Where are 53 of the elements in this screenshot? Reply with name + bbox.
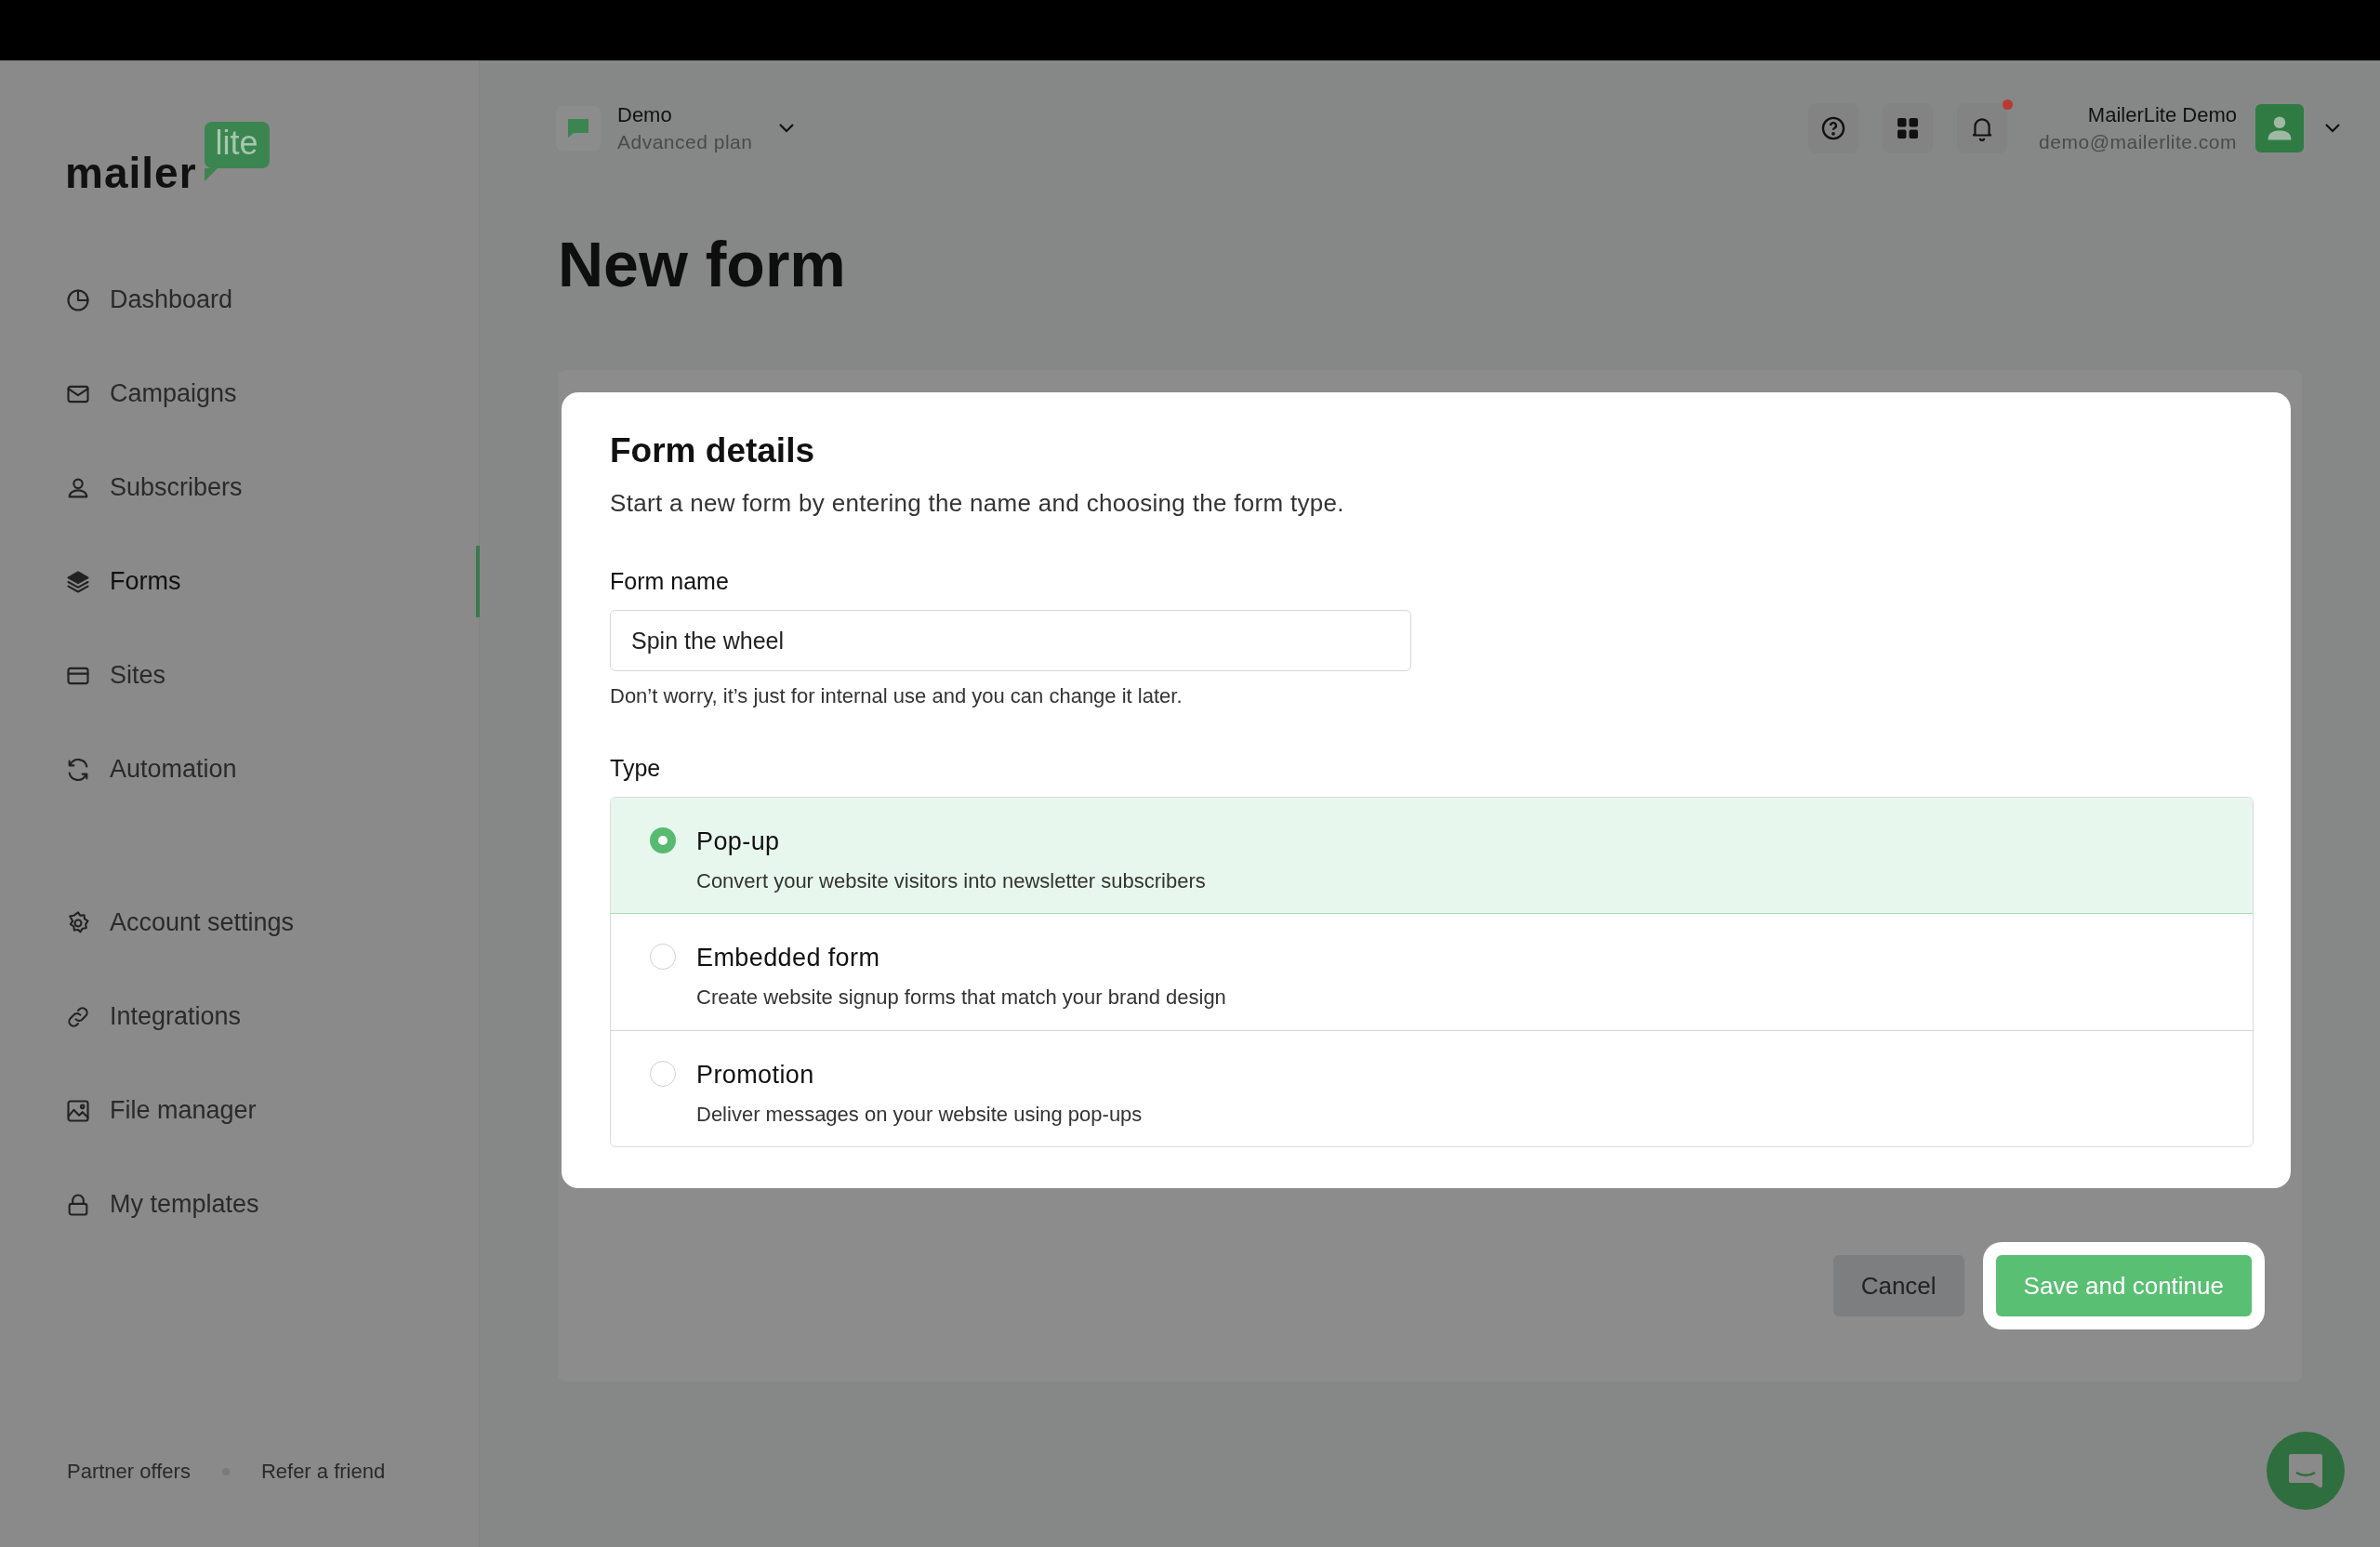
help-button[interactable]	[1808, 103, 1859, 153]
form-type-option[interactable]: Promotion Deliver messages on your website using pop-ups	[611, 1030, 2253, 1146]
grid-icon	[1897, 117, 1920, 139]
option-description: Deliver messages on your website using pop-ups	[696, 1103, 1143, 1127]
dialog-title: Form details	[610, 431, 815, 470]
user-name: MailerLite Demo	[2087, 103, 2237, 127]
form-type-option[interactable]: Embedded form Create website signup forms that match your brand design	[611, 914, 2253, 1030]
page-title: New form	[558, 228, 847, 301]
sidebar-item[interactable]: Integrations	[0, 970, 479, 1064]
plan-name: Advanced plan	[617, 131, 753, 153]
chevron-down-icon[interactable]	[2324, 123, 2341, 134]
option-description: Create website signup forms that match your brand design	[696, 985, 1226, 1010]
radio-button[interactable]	[650, 827, 676, 853]
speech-bubble-tail-icon	[204, 168, 218, 181]
option-description: Convert your website visitors into newsletter subscribers	[696, 869, 1206, 893]
apps-button[interactable]	[1883, 103, 1934, 153]
option-title: Embedded form	[696, 944, 881, 972]
option-title: Pop-up	[696, 827, 781, 856]
field-label: Form name	[610, 568, 730, 595]
image-icon	[65, 1097, 91, 1124]
option-title: Promotion	[696, 1061, 815, 1090]
workspace-name: Demo	[617, 103, 673, 127]
save-button[interactable]: Save and continue	[1995, 1255, 2252, 1316]
help-icon	[1820, 115, 1847, 141]
footer-link[interactable]: Partner offers	[67, 1460, 191, 1484]
sidebar-item[interactable]: Forms	[0, 535, 479, 628]
logo-badge: lite	[204, 122, 270, 168]
form-type-option[interactable]: Pop-up Convert your website visitors into newsletter subscribers	[611, 798, 2253, 914]
sidebar-item[interactable]: Automation	[0, 722, 479, 816]
field-label: Type	[610, 755, 662, 782]
notifications-button[interactable]	[1957, 103, 2008, 153]
chat-bubble-icon	[556, 106, 601, 151]
form-name-field[interactable]: Spin the wheel	[610, 610, 1411, 671]
avatar-icon[interactable]	[2255, 104, 2304, 152]
sidebar-item[interactable]: My templates	[0, 1157, 479, 1251]
radio-button[interactable]	[650, 944, 676, 970]
cancel-button[interactable]: Cancel	[1832, 1255, 1964, 1316]
pie-chart-icon	[65, 286, 91, 313]
radio-button[interactable]	[650, 1061, 676, 1087]
workspace-switcher[interactable]: Demo Advanced plan	[556, 103, 796, 153]
logo-wordmark: mailer	[65, 152, 197, 194]
sidebar-item[interactable]: File manager	[0, 1064, 479, 1157]
footer-link[interactable]: Refer a friend	[260, 1460, 386, 1484]
user-email: demo@mailerlite.com	[2039, 131, 2237, 153]
sidebar-item[interactable]: Subscribers	[0, 441, 479, 535]
sidebar-item[interactable]: Campaigns	[0, 347, 479, 441]
sidebar-item[interactable]: Dashboard	[0, 253, 479, 347]
field-hint: Don’t worry, it’s just for internal use and you can change it later.	[610, 684, 1183, 708]
sidebar-item[interactable]: Sites	[0, 628, 479, 722]
sidebar-item[interactable]: Account settings	[0, 876, 479, 970]
chat-bubble-icon	[2287, 1452, 2324, 1489]
dialog-subtitle: Start a new form by entering the name and choosing the form type.	[610, 489, 1345, 518]
chevron-down-icon	[778, 123, 796, 134]
